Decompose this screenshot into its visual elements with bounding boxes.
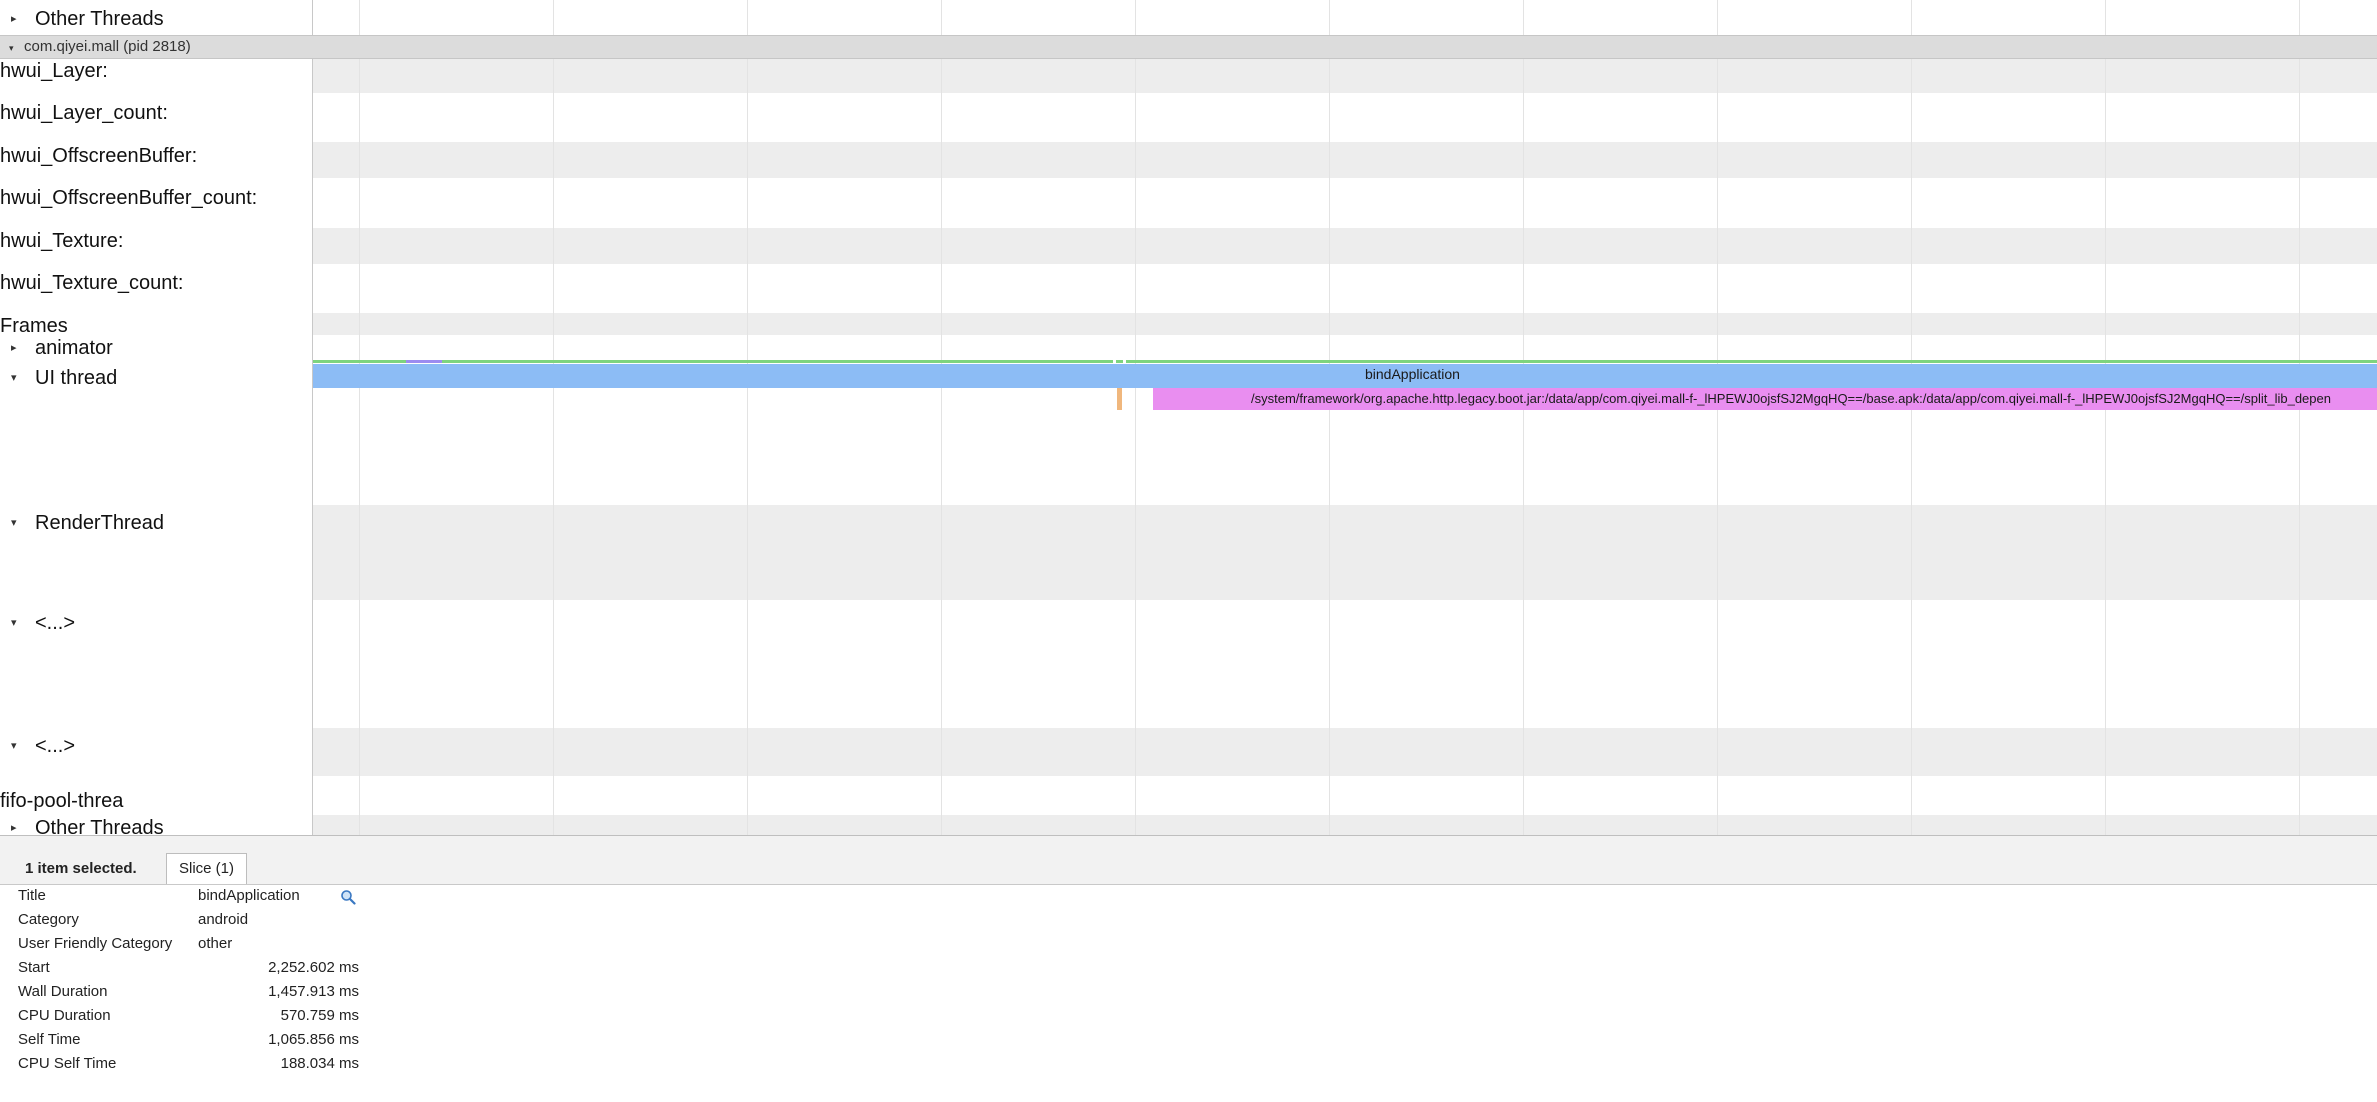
collapse-down-triangle-icon[interactable]: ▾ bbox=[11, 740, 17, 752]
track-label-column: ▸ Other Threads hwui_Layer: hwui_Layer_c… bbox=[0, 0, 313, 835]
detail-row-wall-duration: Wall Duration 1,457.913 ms bbox=[0, 980, 500, 1004]
detail-row-title: Title bindApplication bbox=[0, 884, 500, 908]
detail-value: 2,252.602 ms bbox=[268, 959, 359, 976]
detail-label: Category bbox=[18, 911, 79, 928]
detail-label: CPU Self Time bbox=[18, 1055, 117, 1072]
track-ui-thread[interactable]: UI thread bbox=[35, 366, 117, 390]
frames-strip-segment[interactable] bbox=[406, 360, 442, 363]
detail-label: Title bbox=[18, 887, 46, 904]
track-elided-2[interactable]: <...> bbox=[35, 734, 75, 758]
track-stripe bbox=[313, 57, 2377, 93]
time-gridline bbox=[2105, 0, 2106, 835]
time-gridline bbox=[941, 0, 942, 835]
process-header[interactable]: ▾ com.qiyei.mall (pid 2818) bbox=[0, 35, 2377, 59]
process-title: com.qiyei.mall (pid 2818) bbox=[24, 38, 191, 55]
detail-value: 188.034 ms bbox=[280, 1055, 359, 1072]
time-gridline bbox=[747, 0, 748, 835]
detail-row-cpu-self-time: CPU Self Time 188.034 ms bbox=[0, 1052, 500, 1076]
track-elided-1[interactable]: <...> bbox=[35, 611, 75, 635]
detail-row-user-friendly-category: User Friendly Category other bbox=[0, 932, 500, 956]
track-hwui-layer-count: hwui_Layer_count: bbox=[0, 102, 168, 124]
analysis-panel: 1 item selected. Slice (1) Title bindApp… bbox=[0, 835, 2377, 1102]
collapse-down-triangle-icon[interactable]: ▾ bbox=[11, 517, 17, 529]
frames-strip[interactable] bbox=[313, 360, 2377, 363]
track-hwui-layer: hwui_Layer: bbox=[0, 60, 108, 82]
detail-label: Start bbox=[18, 959, 50, 976]
time-gridline bbox=[1911, 0, 1912, 835]
selection-bar: 1 item selected. Slice (1) bbox=[0, 836, 2377, 885]
track-stripe bbox=[313, 228, 2377, 264]
bind-application-slice[interactable]: bindApplication bbox=[313, 364, 2377, 388]
expand-right-triangle-icon[interactable]: ▸ bbox=[11, 13, 17, 25]
detail-label: Wall Duration bbox=[18, 983, 108, 1000]
detail-row-start: Start 2,252.602 ms bbox=[0, 956, 500, 980]
time-gridline bbox=[553, 0, 554, 835]
timeline-canvas[interactable]: bindApplication /system/framework/org.ap… bbox=[313, 0, 2377, 835]
track-fifo-pool-thread: fifo-pool-threa bbox=[0, 790, 124, 812]
track-stripe bbox=[313, 728, 2377, 776]
detail-title-value: bindApplication bbox=[198, 887, 300, 904]
collapse-down-triangle-icon[interactable]: ▾ bbox=[11, 617, 17, 629]
timeline-tracks: bindApplication /system/framework/org.ap… bbox=[0, 0, 2377, 835]
track-other-threads-bottom[interactable]: Other Threads bbox=[35, 816, 164, 835]
track-other-threads[interactable]: Other Threads bbox=[35, 7, 164, 31]
track-hwui-offscreenbuffer-count: hwui_OffscreenBuffer_count: bbox=[0, 187, 258, 209]
classpath-child-slice[interactable]: /system/framework/org.apache.http.legacy… bbox=[1153, 388, 2377, 410]
time-gridline bbox=[1135, 0, 1136, 835]
track-stripe bbox=[313, 505, 2377, 600]
time-gridline bbox=[2299, 0, 2300, 835]
detail-label: CPU Duration bbox=[18, 1007, 111, 1024]
time-gridline bbox=[1329, 0, 1330, 835]
track-renderthread[interactable]: RenderThread bbox=[35, 511, 164, 535]
bind-application-slice-label: bindApplication bbox=[1365, 366, 1460, 382]
time-gridline bbox=[1717, 0, 1718, 835]
track-frames: Frames bbox=[0, 315, 68, 337]
track-stripe bbox=[313, 815, 2377, 835]
track-animator[interactable]: animator bbox=[35, 336, 113, 360]
time-gridline bbox=[359, 0, 360, 835]
detail-label: User Friendly Category bbox=[18, 935, 173, 952]
track-hwui-offscreenbuffer: hwui_OffscreenBuffer: bbox=[0, 145, 198, 167]
detail-value: android bbox=[198, 911, 249, 928]
collapse-down-triangle-icon[interactable]: ▾ bbox=[9, 42, 14, 54]
selection-summary: 1 item selected. bbox=[25, 860, 137, 877]
collapse-down-triangle-icon[interactable]: ▾ bbox=[11, 372, 17, 384]
detail-row-cpu-duration: CPU Duration 570.759 ms bbox=[0, 1004, 500, 1028]
detail-value: 1,457.913 ms bbox=[268, 983, 359, 1000]
track-hwui-texture-count: hwui_Texture_count: bbox=[0, 272, 184, 294]
track-stripe bbox=[313, 313, 2377, 335]
tab-slice[interactable]: Slice (1) bbox=[166, 853, 248, 884]
small-slice-marker[interactable] bbox=[1117, 388, 1122, 410]
detail-row-category: Category android bbox=[0, 908, 500, 932]
detail-row-self-time: Self Time 1,065.856 ms bbox=[0, 1028, 500, 1052]
magnifier-search-icon[interactable] bbox=[340, 889, 356, 905]
track-hwui-texture: hwui_Texture: bbox=[0, 230, 124, 252]
classpath-child-slice-label: /system/framework/org.apache.http.legacy… bbox=[1251, 391, 2331, 406]
detail-value: other bbox=[198, 935, 233, 952]
detail-value: 570.759 ms bbox=[280, 1007, 359, 1024]
expand-right-triangle-icon[interactable]: ▸ bbox=[11, 822, 17, 834]
detail-label: Self Time bbox=[18, 1031, 81, 1048]
track-stripe bbox=[313, 142, 2377, 178]
time-gridline bbox=[1523, 0, 1524, 835]
trace-viewer: bindApplication /system/framework/org.ap… bbox=[0, 0, 2377, 1102]
expand-right-triangle-icon[interactable]: ▸ bbox=[11, 342, 17, 354]
detail-value: 1,065.856 ms bbox=[268, 1031, 359, 1048]
